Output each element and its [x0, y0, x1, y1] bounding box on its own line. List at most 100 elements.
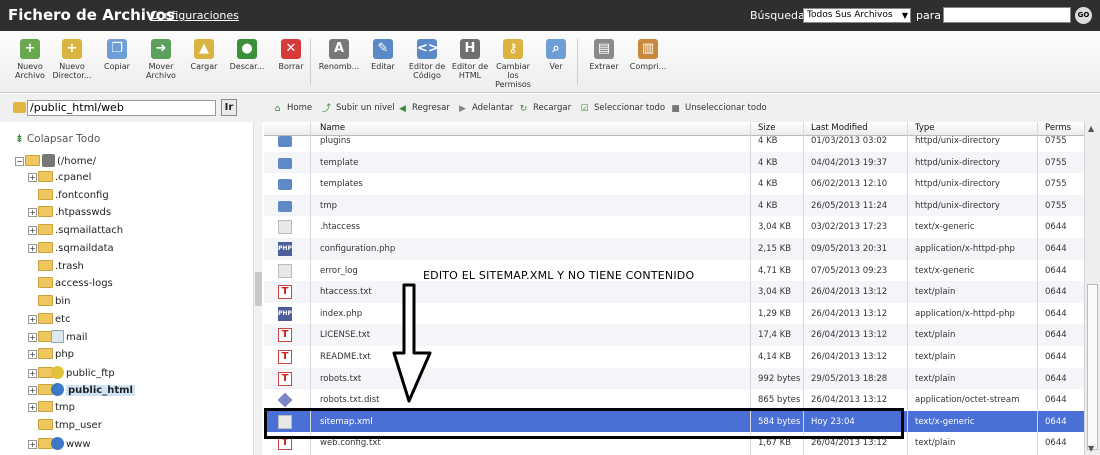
- tree-item-mail[interactable]: + mail: [28, 330, 87, 346]
- toolbar-button-label: Descar...: [229, 62, 265, 71]
- table-row[interactable]: tmp 4 KB 26/05/2013 11:24 httpd/unix-direct…: [264, 194, 1084, 217]
- expand-toggle-icon[interactable]: +: [28, 173, 37, 182]
- path-go-button[interactable]: Ir: [221, 99, 237, 116]
- folder-icon: [38, 171, 53, 182]
- toolbar-button-magnifier[interactable]: ⌕ Ver: [533, 39, 579, 71]
- cell-modified: 04/04/2013 19:37: [811, 157, 888, 168]
- expand-toggle-icon[interactable]: +: [28, 386, 37, 396]
- toolbar-button-extract[interactable]: ▤ Extraer: [581, 39, 627, 71]
- tree-item-php[interactable]: + php: [28, 348, 74, 364]
- expand-toggle-icon[interactable]: +: [28, 226, 37, 236]
- table-row[interactable]: plugins 4 KB 01/03/2013 03:02 httpd/unix-di…: [264, 130, 1084, 152]
- tree-item-trash[interactable]: .trash: [28, 259, 84, 276]
- expand-toggle-icon[interactable]: +: [28, 403, 37, 413]
- cell-type: text/x-generic: [915, 265, 975, 276]
- collapse-toggle-icon[interactable]: −: [15, 157, 24, 166]
- scroll-up-icon[interactable]: ▲: [1088, 124, 1094, 133]
- toolbar-button-html-editor[interactable]: H Editor de HTML: [447, 39, 493, 80]
- tree-item-bin[interactable]: bin: [28, 294, 70, 311]
- toolbar-button-compress[interactable]: ▥ Compri...: [625, 39, 671, 71]
- toolbar-button-copy[interactable]: ❐ Copiar: [94, 39, 140, 71]
- toolbar-button-key[interactable]: ⚷ Cambiar los Permisos: [490, 39, 536, 89]
- tree-item-cpanel[interactable]: + .cpanel: [28, 171, 91, 187]
- nav-up-level[interactable]: ⤴ Subir un nivel: [321, 103, 395, 114]
- tree-item-www[interactable]: + www: [28, 436, 91, 453]
- annotation-text: EDITO EL SITEMAP.XML Y NO TIENE CONTENID…: [423, 269, 695, 282]
- scroll-down-icon[interactable]: ▼: [1088, 444, 1094, 453]
- tree-item-htpasswds[interactable]: + .htpasswds: [28, 206, 111, 222]
- table-row[interactable]: T README.txt 4,14 KB 26/04/2013 13:12 text/p…: [264, 346, 1084, 368]
- home-icon: [42, 154, 55, 167]
- nav-back[interactable]: ◀ Regresar: [397, 103, 450, 114]
- toolbar-button-delete[interactable]: ✕ Borrar: [268, 39, 314, 71]
- toolbar-button-edit[interactable]: ✎ Editar: [360, 39, 406, 71]
- path-input[interactable]: /public_html/web: [27, 100, 216, 116]
- tree-item-tmp[interactable]: + tmp: [28, 401, 75, 417]
- table-row[interactable]: PHP index.php 1,29 KB 26/04/2013 13:12 appli…: [264, 303, 1084, 325]
- tree-item-etc[interactable]: + etc: [28, 312, 71, 329]
- cell-size: 992 bytes: [758, 373, 801, 384]
- table-row[interactable]: .htaccess 3,04 KB 03/02/2013 17:23 text/x-g…: [264, 216, 1084, 238]
- chevron-down-icon: ▼: [901, 11, 908, 20]
- tree-item-sqmaildata[interactable]: + .sqmaildata: [28, 241, 114, 258]
- scrollbar-thumb[interactable]: [255, 272, 262, 306]
- tree-item-access-logs[interactable]: access-logs: [28, 277, 113, 293]
- nav-reload[interactable]: ↻ Recargar: [518, 103, 571, 114]
- toolbar-button-upload[interactable]: ▲ Cargar: [181, 39, 227, 71]
- cell-modified: 06/02/2013 12:10: [811, 179, 888, 190]
- toolbar-button-new-folder[interactable]: + Nuevo Director...: [49, 39, 95, 80]
- cell-size: 4 KB: [758, 179, 778, 190]
- cell-type: text/x-generic: [915, 222, 975, 233]
- tree-item-label: .sqmaildata: [55, 242, 114, 254]
- tree-root[interactable]: − (/home/: [15, 154, 96, 170]
- file-table-scrollbar[interactable]: ▲ ▼: [1084, 122, 1100, 455]
- toolbar-button-label: Editar: [371, 62, 395, 71]
- table-row[interactable]: template 4 KB 04/04/2013 19:37 httpd/unix-d…: [264, 151, 1084, 174]
- expand-toggle-icon[interactable]: +: [28, 350, 37, 359]
- expand-toggle-icon[interactable]: +: [28, 208, 37, 218]
- scrollbar-thumb[interactable]: [1087, 284, 1098, 450]
- expand-toggle-icon[interactable]: +: [28, 243, 37, 253]
- cell-name: templates: [320, 179, 363, 190]
- toolbar-button-download[interactable]: ● Descar...: [224, 39, 270, 71]
- table-row[interactable]: T LICENSE.txt 17,4 KB 26/04/2013 13:12 text/…: [264, 324, 1084, 346]
- cell-name: robots.txt: [320, 373, 362, 384]
- toolbar-button-code-editor[interactable]: <> Editor de Código: [404, 39, 450, 80]
- nav-unselect-all[interactable]: ■ Unseleccionar todo: [670, 103, 766, 114]
- tree-scrollbar[interactable]: [253, 122, 262, 455]
- search-input[interactable]: [943, 7, 1071, 23]
- tree-item-tmp-user[interactable]: tmp_user: [28, 418, 102, 435]
- toolbar-button-rename[interactable]: A Renomb...: [316, 39, 362, 71]
- cell-name: .htaccess: [320, 222, 361, 233]
- tree-item-label: access-logs: [55, 278, 113, 290]
- toolbar: + Nuevo Archivo + Nuevo Director... ❐ Copiar ➜…: [0, 31, 1100, 93]
- collapse-all-button[interactable]: ⇟ Colapsar Todo: [15, 133, 100, 145]
- tree-item-sqmailattach[interactable]: + .sqmailattach: [28, 224, 123, 240]
- table-row[interactable]: templates 4 KB 06/02/2013 12:10 httpd/unix-…: [264, 173, 1084, 195]
- cell-type: application/octet-stream: [915, 395, 1020, 406]
- cell-name: index.php: [320, 308, 363, 319]
- tree-item-label: tmp_user: [55, 419, 102, 431]
- expand-toggle-icon[interactable]: +: [28, 368, 37, 378]
- settings-link[interactable]: Configuraciones: [150, 9, 239, 22]
- nav-forward[interactable]: ▶ Adelantar: [457, 103, 513, 114]
- reload-icon: ↻: [519, 104, 528, 114]
- table-row[interactable]: Trobots.txt 992 bytes 29/05/2013 18:28 text…: [264, 367, 1084, 390]
- tree-item-public-html[interactable]: + public_html: [28, 383, 135, 399]
- nav-home[interactable]: ⌂ Home: [272, 103, 312, 114]
- nav-select-all[interactable]: ☑ Seleccionar todo: [579, 103, 665, 114]
- toolbar-button-move[interactable]: ➜ Mover Archivo: [138, 39, 184, 80]
- tree-item-public-ftp[interactable]: + public_ftp: [28, 365, 115, 382]
- search-scope-select[interactable]: Todos Sus Archivos ▼: [803, 8, 911, 23]
- tree-item-fontconfig[interactable]: .fontconfig: [28, 188, 109, 205]
- cell-size: 1,29 KB: [758, 308, 792, 319]
- expand-toggle-icon[interactable]: +: [28, 439, 37, 449]
- tree-item-label: .cpanel: [55, 172, 92, 183]
- table-row[interactable]: Thtaccess.txt 3,04 KB 26/04/2013 13:12 text…: [264, 281, 1084, 303]
- table-row[interactable]: PHP configuration.php 2,15 KB 09/05/2013 20…: [264, 238, 1084, 260]
- search-go-button[interactable]: GO: [1075, 7, 1092, 24]
- cell-size: 4,14 KB: [758, 352, 792, 362]
- toolbar-button-new-file[interactable]: + Nuevo Archivo: [7, 39, 53, 80]
- expand-toggle-icon[interactable]: +: [28, 333, 37, 343]
- expand-toggle-icon[interactable]: +: [28, 314, 37, 324]
